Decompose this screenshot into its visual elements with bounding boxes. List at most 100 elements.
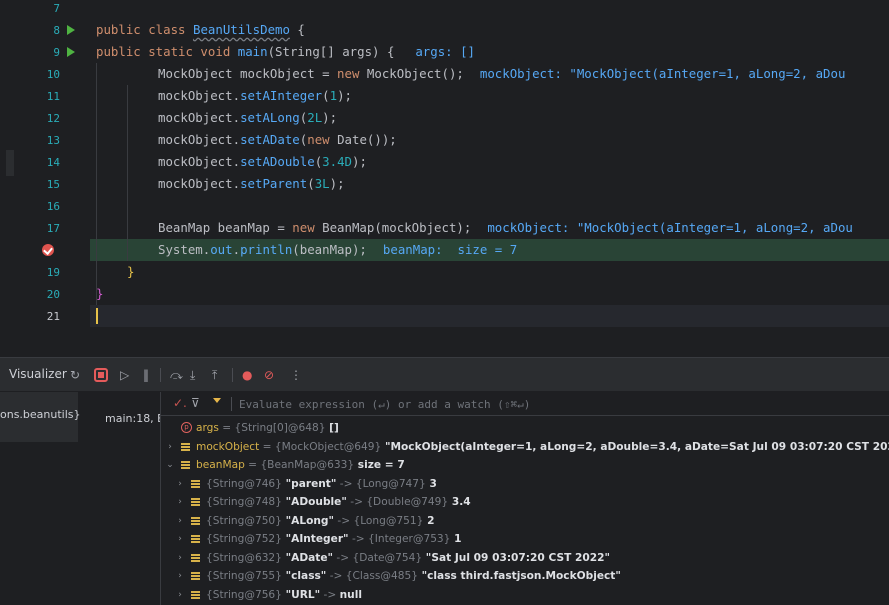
line-number: 11 bbox=[46, 90, 60, 103]
chevron-right-icon[interactable]: › bbox=[175, 567, 185, 585]
code-line[interactable]: MockObject mockObject = new MockObject()… bbox=[90, 63, 889, 85]
field-icon bbox=[191, 516, 200, 525]
code-line[interactable]: } bbox=[90, 261, 889, 283]
chevron-right-icon[interactable]: › bbox=[175, 586, 185, 604]
toolbar-divider bbox=[232, 368, 233, 382]
line-number: 13 bbox=[46, 134, 60, 147]
variable-row[interactable]: › {String@746} "parent" -> {Long@747} 3 bbox=[161, 475, 889, 493]
field-icon bbox=[191, 572, 200, 580]
gutter-line[interactable]: 14 bbox=[20, 151, 90, 173]
code-text: System.out.println(beanMap); beanMap: siz… bbox=[158, 242, 518, 257]
code-line[interactable]: public class BeanUtilsDemo { bbox=[90, 19, 889, 41]
gutter-line[interactable]: 17 bbox=[20, 217, 90, 239]
variable-row[interactable]: › {String@632} "ADate" -> {Date@754} "Sat… bbox=[161, 549, 889, 567]
variable-text: mockObject = {MockObject@649} "MockObjec… bbox=[196, 440, 889, 453]
chevron-right-icon[interactable]: › bbox=[175, 549, 185, 567]
check-icon[interactable]: ✓. bbox=[173, 396, 187, 410]
field-icon bbox=[191, 479, 200, 488]
variable-text: args = {String[0]@648} [] bbox=[196, 422, 339, 434]
evaluate-divider bbox=[231, 397, 232, 411]
breakpoints-icon[interactable]: ● bbox=[242, 366, 252, 384]
gutter-line[interactable]: 20 bbox=[20, 283, 90, 305]
resume-icon[interactable]: ▷ bbox=[120, 366, 129, 384]
rerun-icon[interactable]: ↻ bbox=[70, 366, 80, 384]
line-number-gutter[interactable]: 7 8 9 10 11 12 13 14 15 16 17 19 20 21 bbox=[20, 0, 90, 350]
debug-toolbar: Visualizer ↻ ▷ ‖ ⤼ ⤓ ⤒ ● ⊘ ⋮ bbox=[0, 357, 889, 391]
scroll-marker bbox=[6, 150, 14, 176]
variable-row[interactable]: › mockObject = {MockObject@649} "MockObje… bbox=[161, 438, 889, 456]
gutter-line[interactable]: 15 bbox=[20, 173, 90, 195]
variable-text: {String@746} "parent" -> {Long@747} 3 bbox=[206, 477, 437, 490]
code-line[interactable] bbox=[90, 0, 889, 19]
code-line[interactable]: } bbox=[90, 283, 889, 305]
pause-icon[interactable]: ‖ bbox=[143, 366, 149, 384]
chevron-right-icon[interactable]: › bbox=[165, 438, 175, 456]
gutter-line[interactable]: 12 bbox=[20, 107, 90, 129]
gutter-line[interactable] bbox=[20, 239, 90, 261]
stack-frame-item[interactable]: main:18, E bbox=[78, 412, 160, 425]
gutter-line[interactable]: 8 bbox=[20, 19, 90, 41]
step-out-icon[interactable]: ⤒ bbox=[212, 366, 217, 384]
code-line[interactable]: mockObject.setADouble(3.4D); bbox=[90, 151, 889, 173]
variable-row[interactable]: › {String@752} "AInteger" -> {Integer@753… bbox=[161, 530, 889, 548]
code-line[interactable]: System.out.println(beanMap); beanMap: siz… bbox=[90, 239, 889, 261]
step-into-icon[interactable]: ⤓ bbox=[190, 366, 195, 384]
code-line[interactable] bbox=[90, 305, 889, 327]
run-gutter-icon[interactable] bbox=[67, 25, 75, 35]
code-area[interactable]: public class BeanUtilsDemo { public stati… bbox=[90, 0, 889, 350]
line-number: 10 bbox=[46, 68, 60, 81]
gutter-line[interactable]: 13 bbox=[20, 129, 90, 151]
evaluate-expression-input[interactable] bbox=[239, 395, 879, 413]
code-text: mockObject.setParent(3L); bbox=[158, 176, 345, 191]
thread-selector[interactable]: ons.beanutils} bbox=[0, 392, 81, 442]
chevron-down-icon[interactable] bbox=[213, 398, 221, 403]
gutter-line[interactable]: 19 bbox=[20, 261, 90, 283]
filter-icon[interactable]: ⊽ bbox=[191, 396, 200, 410]
code-line[interactable]: BeanMap beanMap = new BeanMap(mockObject… bbox=[90, 217, 889, 239]
step-over-icon[interactable]: ⤼ bbox=[170, 366, 183, 384]
line-number: 14 bbox=[46, 156, 60, 169]
gutter-line[interactable]: 11 bbox=[20, 85, 90, 107]
variable-row[interactable]: p args = {String[0]@648} [] bbox=[161, 419, 889, 437]
breakpoint-icon[interactable] bbox=[42, 244, 54, 256]
code-line[interactable]: mockObject.setAInteger(1); bbox=[90, 85, 889, 107]
gutter-line[interactable]: 21 bbox=[20, 305, 90, 327]
line-number: 15 bbox=[46, 178, 60, 191]
code-editor[interactable]: 7 8 9 10 11 12 13 14 15 16 17 19 20 21 public class B… bbox=[0, 0, 889, 350]
evaluate-bar: ✓. ⊽ bbox=[161, 392, 889, 416]
gutter-line[interactable]: 7 bbox=[20, 0, 90, 19]
variable-text: {String@756} "URL" -> null bbox=[206, 588, 362, 601]
variable-row[interactable]: › {String@750} "ALong" -> {Long@751} 2 bbox=[161, 512, 889, 530]
run-gutter-icon[interactable] bbox=[67, 47, 75, 57]
more-icon[interactable]: ⋮ bbox=[290, 366, 302, 384]
gutter-line[interactable]: 10 bbox=[20, 63, 90, 85]
variable-row[interactable]: › {String@748} "ADouble" -> {Double@749} … bbox=[161, 493, 889, 511]
mute-breakpoints-icon[interactable]: ⊘ bbox=[264, 366, 274, 384]
line-number: 12 bbox=[46, 112, 60, 125]
code-line[interactable]: public static void main(String[] args) {… bbox=[90, 41, 889, 63]
variable-row[interactable]: › {String@756} "URL" -> null bbox=[161, 586, 889, 604]
gutter-line[interactable]: 16 bbox=[20, 195, 90, 217]
gutter-line[interactable]: 9 bbox=[20, 41, 90, 63]
code-text: public static void main(String[] args) {… bbox=[96, 44, 476, 59]
debug-tab-title[interactable]: Visualizer bbox=[9, 367, 67, 381]
chevron-right-icon[interactable]: › bbox=[175, 475, 185, 493]
code-line[interactable]: mockObject.setADate(new Date()); bbox=[90, 129, 889, 151]
code-text: } bbox=[96, 286, 104, 301]
indent-guide bbox=[96, 63, 97, 305]
stop-icon[interactable] bbox=[94, 368, 108, 382]
code-line[interactable]: mockObject.setALong(2L); bbox=[90, 107, 889, 129]
chevron-right-icon[interactable]: › bbox=[175, 512, 185, 530]
chevron-down-icon[interactable]: ⌄ bbox=[165, 456, 175, 474]
code-line[interactable]: mockObject.setParent(3L); bbox=[90, 173, 889, 195]
line-number: 19 bbox=[46, 266, 60, 279]
variable-row[interactable]: ⌄ beanMap = {BeanMap@633} size = 7 bbox=[161, 456, 889, 474]
text-caret bbox=[96, 308, 98, 324]
variable-text: {String@752} "AInteger" -> {Integer@753}… bbox=[206, 533, 462, 545]
chevron-right-icon[interactable]: › bbox=[175, 493, 185, 511]
indent-guide bbox=[127, 85, 128, 261]
variable-row[interactable]: › {String@755} "class" -> {Class@485} "cl… bbox=[161, 567, 889, 585]
code-text: mockObject.setADouble(3.4D); bbox=[158, 154, 367, 169]
chevron-right-icon[interactable]: › bbox=[175, 530, 185, 548]
code-line[interactable] bbox=[90, 195, 889, 217]
